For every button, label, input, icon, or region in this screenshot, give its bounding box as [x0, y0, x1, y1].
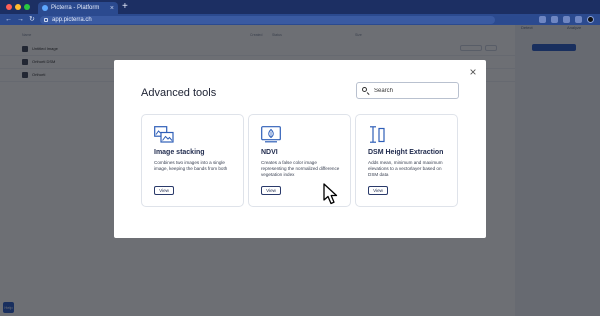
search-icon: [362, 87, 370, 96]
view-button[interactable]: View: [261, 186, 281, 195]
card-title: DSM Height Extraction: [368, 149, 444, 156]
tool-card-dsm-height-extraction[interactable]: DSM Height Extraction Adds mean, minimum…: [355, 114, 458, 207]
forward-icon[interactable]: →: [17, 16, 24, 23]
card-description: Adds mean, minimum and maximum elevation…: [368, 160, 443, 177]
extension-bar: [539, 16, 594, 23]
view-button[interactable]: View: [154, 186, 174, 195]
tab-close-icon[interactable]: ×: [110, 5, 114, 12]
advanced-tools-modal: × Advanced tools Image stacking Combines…: [114, 60, 486, 238]
new-tab-button[interactable]: +: [122, 1, 128, 13]
card-title: Image stacking: [154, 149, 205, 156]
browser-tab[interactable]: Picterra - Platform ×: [38, 2, 118, 14]
search-box[interactable]: [356, 82, 459, 99]
bookmark-icon[interactable]: [539, 16, 546, 23]
mouse-pointer-icon: [323, 183, 338, 205]
profile-avatar[interactable]: [587, 16, 594, 23]
extension-icon[interactable]: [551, 16, 558, 23]
puzzle-icon[interactable]: [575, 16, 582, 23]
close-window-button[interactable]: [6, 4, 12, 10]
dsm-height-icon: [370, 126, 385, 143]
card-description: Combines two images into a single image,…: [154, 160, 228, 171]
maximize-window-button[interactable]: [24, 4, 30, 10]
ndvi-icon: [261, 126, 281, 143]
back-icon[interactable]: ←: [5, 16, 12, 23]
image-stacking-icon: [154, 126, 174, 143]
card-title: NDVI: [261, 149, 278, 156]
url-text: app.picterra.ch: [52, 17, 92, 23]
tab-title: Picterra - Platform: [51, 5, 100, 11]
address-bar: ← → ↻ app.picterra.ch: [0, 14, 600, 25]
url-field[interactable]: app.picterra.ch: [40, 16, 495, 24]
picterra-favicon-icon: [42, 5, 48, 11]
card-description: Creates a false color image representing…: [261, 160, 340, 177]
modal-title: Advanced tools: [141, 87, 217, 99]
minimize-window-button[interactable]: [15, 4, 21, 10]
reload-icon[interactable]: ↻: [29, 16, 35, 23]
tool-card-image-stacking[interactable]: Image stacking Combines two images into …: [141, 114, 244, 207]
close-icon[interactable]: ×: [467, 66, 479, 78]
search-input[interactable]: [374, 87, 454, 94]
view-button[interactable]: View: [368, 186, 388, 195]
browser-titlebar: Picterra - Platform × +: [0, 0, 600, 14]
lock-icon: [44, 18, 48, 22]
extension-icon[interactable]: [563, 16, 570, 23]
